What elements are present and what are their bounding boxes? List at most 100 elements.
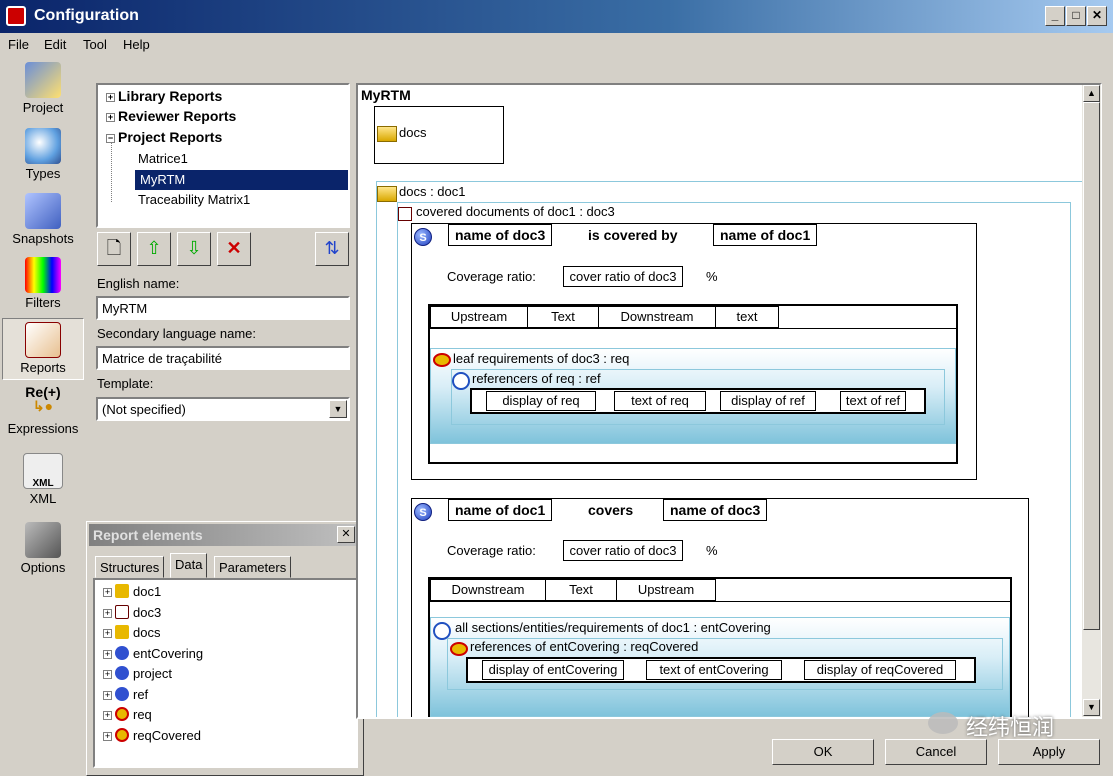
tree-item-matrice1[interactable]: Matrice1: [138, 151, 188, 166]
new-page-icon: 🗋: [106, 238, 122, 258]
docs-box[interactable]: docs: [374, 106, 504, 164]
header-name-doc1[interactable]: name of doc1: [448, 499, 553, 521]
expand-icon[interactable]: +: [106, 93, 115, 102]
tab-structures[interactable]: Structures: [95, 556, 165, 578]
panel-title-bar: Report elements ✕: [89, 524, 361, 546]
section-covers[interactable]: S name of doc1 covers name of doc3 Cover…: [411, 498, 1029, 717]
types-icon: [25, 128, 61, 164]
covered-iterator[interactable]: covered documents of doc1 : doc3 S name …: [397, 202, 1071, 717]
data-item-doc1[interactable]: + doc1: [103, 584, 161, 599]
requirement-icon: [115, 707, 129, 721]
close-button[interactable]: ✕: [1087, 6, 1107, 26]
scroll-down-icon[interactable]: ▼: [1083, 699, 1100, 716]
all-sections-iterator[interactable]: all sections/entities/requirements of do…: [430, 617, 1010, 717]
nav-types[interactable]: Types: [2, 128, 84, 181]
referencers-iterator[interactable]: referencers of req : ref display of req …: [451, 369, 945, 425]
data-item-project[interactable]: + project: [103, 666, 172, 681]
col-text2[interactable]: text: [715, 306, 779, 328]
header-name-doc1[interactable]: name of doc1: [713, 224, 818, 246]
new-report-button[interactable]: 🗋: [97, 232, 131, 266]
tab-parameters[interactable]: Parameters: [214, 556, 292, 578]
cell-display-req[interactable]: display of req: [486, 391, 596, 411]
expand-icon[interactable]: +: [103, 670, 112, 679]
nav-xml[interactable]: XML XML: [2, 453, 84, 506]
template-select[interactable]: (Not specified) ▼: [96, 397, 350, 421]
cycle-icon: [452, 372, 470, 390]
menu-help[interactable]: Help: [123, 37, 150, 52]
expand-icon[interactable]: +: [106, 113, 115, 122]
tab-data[interactable]: Data: [170, 553, 208, 578]
expand-icon[interactable]: +: [103, 650, 112, 659]
nav-snapshots[interactable]: Snapshots: [2, 193, 84, 246]
expand-icon[interactable]: +: [103, 629, 112, 638]
data-item-req[interactable]: + req: [103, 707, 152, 722]
cell-display-reqcovered[interactable]: display of reqCovered: [804, 660, 956, 680]
panel-close-icon[interactable]: ✕: [337, 526, 355, 543]
data-item-reqcovered[interactable]: + reqCovered: [103, 728, 201, 743]
percent-label: %: [706, 269, 718, 284]
col-upstream[interactable]: Upstream: [616, 579, 716, 601]
expand-icon[interactable]: +: [103, 588, 112, 597]
menu-tool[interactable]: Tool: [83, 37, 107, 52]
docs-iterator[interactable]: docs : doc1 covered documents of doc1 : …: [376, 181, 1092, 717]
cell-display-ref[interactable]: display of ref: [720, 391, 816, 411]
col-downstream[interactable]: Downstream: [430, 579, 546, 601]
tree-item-myrtm[interactable]: MyRTM: [98, 170, 348, 190]
section-covered-by[interactable]: S name of doc3 is covered by name of doc…: [411, 223, 977, 480]
expand-icon[interactable]: +: [103, 609, 112, 618]
nav-expressions[interactable]: Re(+) ↳● Expressions: [2, 385, 84, 436]
vertical-scrollbar[interactable]: ▲ ▼: [1082, 85, 1101, 717]
header-name-doc3[interactable]: name of doc3: [663, 499, 768, 521]
nav-filters-label: Filters: [25, 295, 61, 310]
sort-button[interactable]: ⇅: [315, 232, 349, 266]
move-up-button[interactable]: ⇧: [137, 232, 171, 266]
project-icon: [25, 62, 61, 98]
tree-group-reviewer[interactable]: + Reviewer Reports: [106, 108, 236, 124]
coverage-value[interactable]: cover ratio of doc3: [563, 266, 683, 287]
cell-display-entcovering[interactable]: display of entCovering: [482, 660, 624, 680]
nav-filters[interactable]: Filters: [2, 257, 84, 310]
menu-edit[interactable]: Edit: [44, 37, 66, 52]
cancel-button[interactable]: Cancel: [885, 739, 987, 765]
col-text[interactable]: Text: [545, 579, 617, 601]
col-upstream[interactable]: Upstream: [430, 306, 528, 328]
expand-icon[interactable]: +: [103, 711, 112, 720]
tree-group-library[interactable]: + Library Reports: [106, 88, 222, 104]
cell-text-entcovering[interactable]: text of entCovering: [646, 660, 782, 680]
canvas-title: MyRTM: [361, 87, 411, 103]
leaf-iterator[interactable]: leaf requirements of doc3 : req referenc…: [430, 348, 956, 444]
minimize-button[interactable]: _: [1045, 6, 1065, 26]
book-icon: [398, 207, 412, 221]
data-item-ref[interactable]: + ref: [103, 687, 148, 702]
arrow-down-icon: ⇩: [186, 238, 202, 258]
data-item-docs[interactable]: + docs: [103, 625, 160, 640]
maximize-button[interactable]: □: [1066, 6, 1086, 26]
header-name-doc3[interactable]: name of doc3: [448, 224, 553, 246]
nav-reports[interactable]: Reports: [2, 318, 84, 380]
expand-icon[interactable]: +: [103, 732, 112, 741]
tree-item-traceability[interactable]: Traceability Matrix1: [138, 192, 250, 207]
delete-button[interactable]: ✕: [217, 232, 251, 266]
col-text[interactable]: Text: [527, 306, 599, 328]
data-item-doc3[interactable]: + doc3: [103, 605, 161, 620]
expand-icon[interactable]: +: [103, 691, 112, 700]
coverage-value[interactable]: cover ratio of doc3: [563, 540, 683, 561]
english-name-field[interactable]: MyRTM: [96, 296, 350, 320]
chevron-down-icon[interactable]: ▼: [329, 400, 347, 418]
ok-button[interactable]: OK: [772, 739, 874, 765]
move-down-button[interactable]: ⇩: [177, 232, 211, 266]
tree-group-project[interactable]: − Project Reports: [106, 129, 222, 145]
nav-options[interactable]: Options: [2, 522, 84, 575]
nav-project[interactable]: Project: [2, 62, 84, 115]
scroll-thumb[interactable]: [1083, 102, 1100, 630]
data-tree: + doc1 + doc3 + docs + entCovering + project …: [93, 578, 358, 768]
cell-text-req[interactable]: text of req: [614, 391, 706, 411]
col-downstream[interactable]: Downstream: [598, 306, 716, 328]
cell-text-ref[interactable]: text of ref: [840, 391, 906, 411]
secondary-name-field[interactable]: Matrice de traçabilité: [96, 346, 350, 370]
data-item-entcovering[interactable]: + entCovering: [103, 646, 203, 661]
menu-file[interactable]: File: [8, 37, 29, 52]
references-iterator[interactable]: references of entCovering : reqCovered d…: [447, 638, 1003, 690]
apply-button[interactable]: Apply: [998, 739, 1100, 765]
scroll-up-icon[interactable]: ▲: [1083, 85, 1100, 102]
